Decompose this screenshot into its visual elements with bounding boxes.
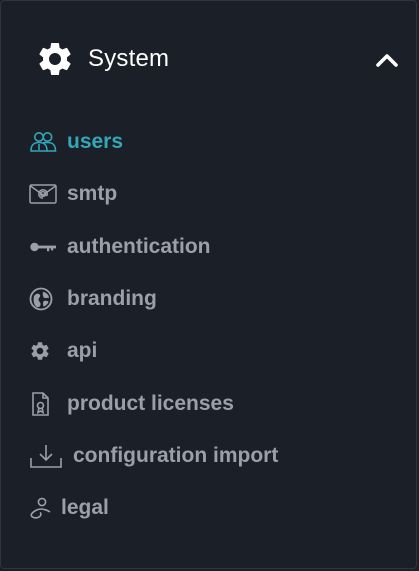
menu-item-label: api [67,339,98,363]
menu-item-label: configuration import [73,443,279,467]
menu-item-api[interactable]: api [29,325,399,377]
license-document-icon [29,389,59,419]
menu-item-configuration-import[interactable]: configuration import [29,430,399,482]
users-icon [29,127,59,157]
menu-item-users[interactable]: users [29,116,399,168]
menu-item-label: smtp [67,182,118,206]
cog-icon [29,336,59,366]
menu-item-label: product licenses [67,391,234,415]
download-tray-icon [29,441,65,471]
brand-globe-icon [29,284,59,314]
section-title: System [88,45,170,72]
key-icon [29,232,59,262]
menu-item-branding[interactable]: branding [29,273,399,325]
menu-item-label: authentication [67,234,211,258]
menu-item-authentication[interactable]: authentication [29,221,399,273]
system-section-header[interactable]: System [34,39,404,79]
menu-item-label: legal [61,496,109,520]
legal-icon [29,493,53,523]
menu-item-legal[interactable]: legal [29,482,399,534]
gear-icon [34,38,76,80]
chevron-up-icon[interactable] [374,47,400,73]
sidebar-panel: System users smtp authentication brandin… [0,0,417,569]
menu-item-label: users [67,130,124,154]
system-menu: users smtp authentication branding api p… [29,116,399,534]
menu-item-smtp[interactable]: smtp [29,168,399,220]
menu-item-label: branding [67,287,157,311]
menu-item-product-licenses[interactable]: product licenses [29,377,399,429]
envelope-at-icon [29,179,59,209]
